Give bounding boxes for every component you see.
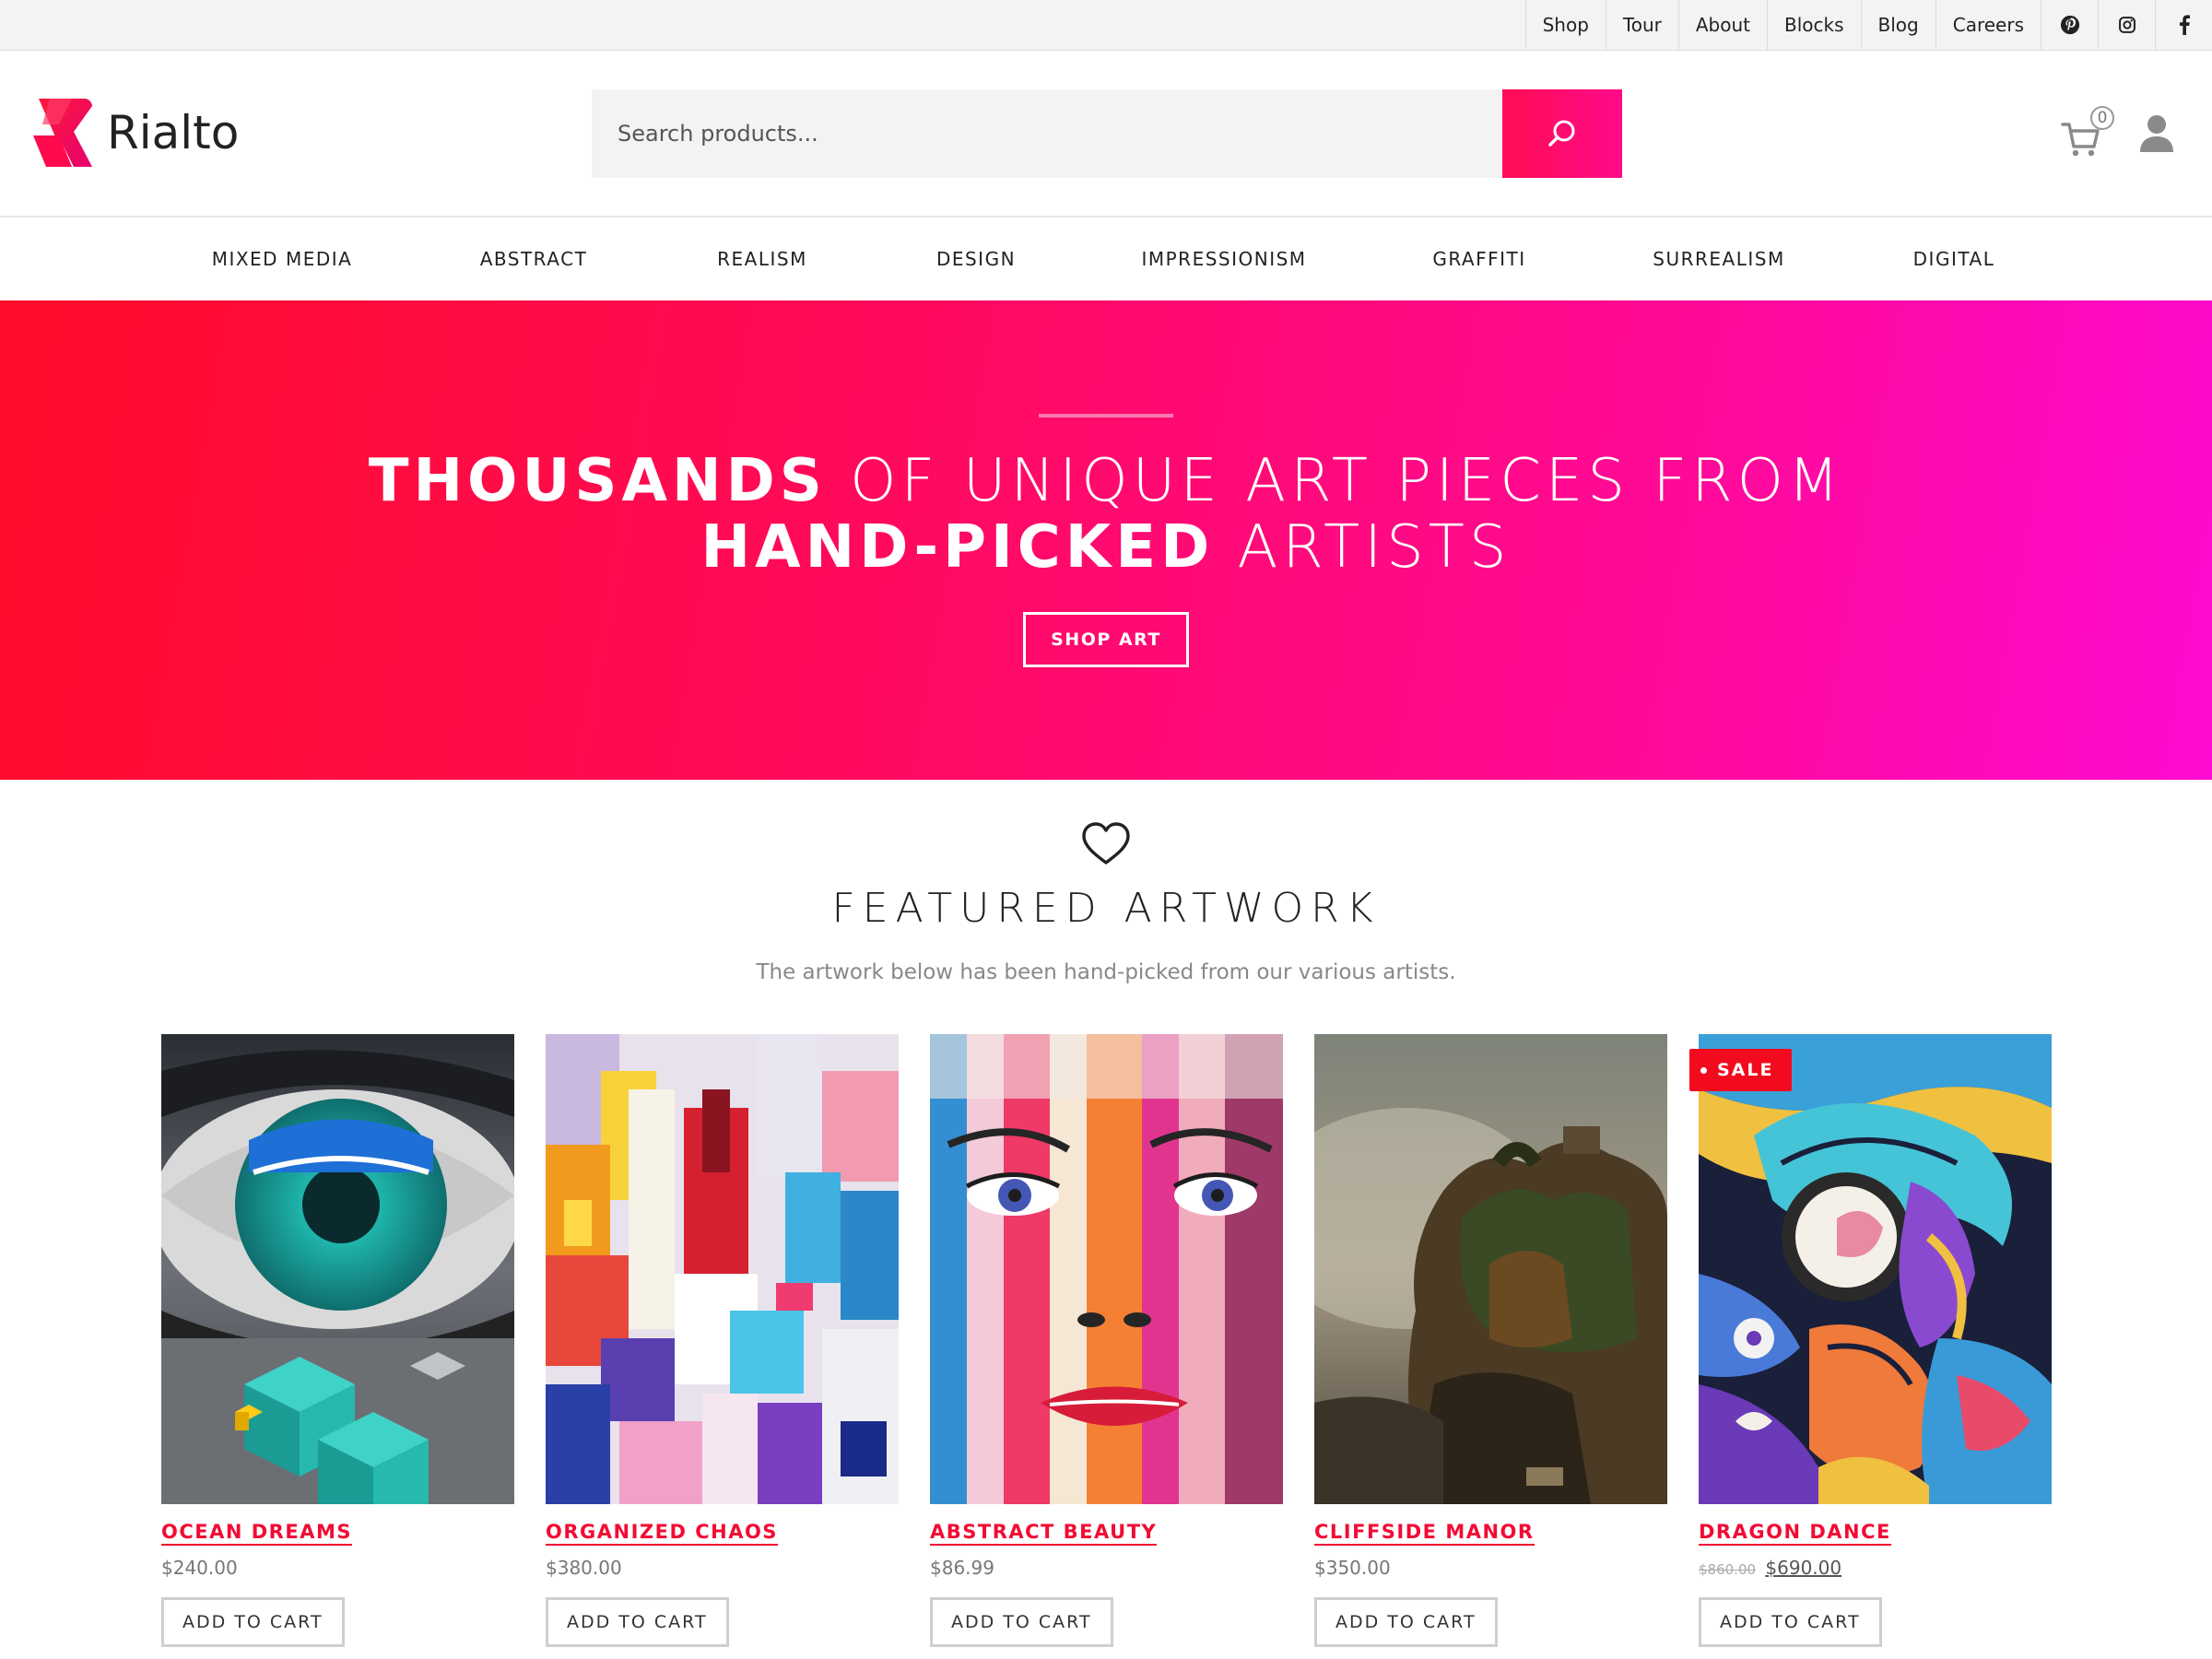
product-price: $860.00 $690.00 — [1699, 1557, 2052, 1579]
instagram-icon[interactable] — [2098, 0, 2155, 50]
category-realism[interactable]: REALISM — [717, 218, 807, 300]
product-image[interactable] — [546, 1034, 899, 1504]
product-price: $380.00 — [546, 1557, 622, 1579]
product-card: ABSTRACT BEAUTY $86.99 ADD TO CART — [930, 1034, 1283, 1647]
rialto-logo-icon — [33, 99, 92, 167]
product-sale-price: $690.00 — [1765, 1557, 1842, 1579]
product-price: $350.00 — [1314, 1557, 1391, 1579]
featured-subtitle: The artwork below has been hand-picked f… — [756, 960, 1456, 984]
facebook-icon[interactable] — [2155, 0, 2212, 50]
search-button[interactable] — [1502, 89, 1622, 178]
top-link-about[interactable]: About — [1677, 0, 1767, 50]
category-abstract[interactable]: ABSTRACT — [480, 218, 588, 300]
top-link-careers[interactable]: Careers — [1935, 0, 2041, 50]
top-link-blog[interactable]: Blog — [1860, 0, 1936, 50]
product-name[interactable]: ABSTRACT BEAUTY — [930, 1521, 1158, 1546]
category-digital[interactable]: DIGITAL — [1913, 218, 1995, 300]
category-nav: MIXED MEDIA ABSTRACT REALISM DESIGN IMPR… — [0, 218, 2212, 300]
hero-line1-bold: THOUSANDS — [368, 447, 827, 515]
category-mixed-media[interactable]: MIXED MEDIA — [212, 218, 353, 300]
heart-icon — [1082, 822, 1130, 865]
hero-line1-rest: OF UNIQUE ART PIECES FROM — [826, 447, 1844, 515]
top-link-tour[interactable]: Tour — [1605, 0, 1678, 50]
user-icon — [2140, 115, 2173, 152]
product-price: $240.00 — [161, 1557, 238, 1579]
product-old-price: $860.00 — [1699, 1561, 1757, 1578]
search-bar — [592, 89, 1622, 178]
top-links: Shop Tour About Blocks Blog Careers — [1524, 0, 2212, 50]
add-to-cart-button[interactable]: ADD TO CART — [1314, 1597, 1498, 1647]
add-to-cart-button[interactable]: ADD TO CART — [930, 1597, 1113, 1647]
cart-count-badge: 0 — [2090, 106, 2114, 130]
site-header: Rialto 0 — [0, 51, 2212, 218]
category-impressionism[interactable]: IMPRESSIONISM — [1141, 218, 1306, 300]
product-image[interactable] — [930, 1034, 1283, 1504]
top-link-shop[interactable]: Shop — [1524, 0, 1606, 50]
sale-badge: SALE — [1689, 1049, 1793, 1091]
add-to-cart-button[interactable]: ADD TO CART — [1699, 1597, 1882, 1647]
category-surrealism[interactable]: SURREALISM — [1653, 218, 1784, 300]
hero-banner: THOUSANDS OF UNIQUE ART PIECES FROM HAND… — [0, 300, 2212, 780]
hero-divider — [1039, 414, 1173, 418]
hero-heading: THOUSANDS OF UNIQUE ART PIECES FROM HAND… — [0, 448, 2212, 581]
add-to-cart-button[interactable]: ADD TO CART — [546, 1597, 729, 1647]
product-name[interactable]: DRAGON DANCE — [1699, 1521, 1891, 1546]
product-name[interactable]: ORGANIZED CHAOS — [546, 1521, 778, 1546]
account-button[interactable] — [2138, 113, 2179, 158]
product-price: $86.99 — [930, 1557, 994, 1579]
product-card: SALE DRAGON DANCE $860.00 $690.00 ADD TO… — [1689, 1034, 2052, 1647]
product-name[interactable]: CLIFFSIDE MANOR — [1314, 1521, 1535, 1546]
category-design[interactable]: DESIGN — [936, 218, 1016, 300]
product-card: OCEAN DREAMS $240.00 ADD TO CART — [161, 1034, 514, 1647]
cart-button[interactable]: 0 — [2061, 106, 2116, 163]
product-image[interactable] — [1314, 1034, 1667, 1504]
hero-line2-rest: ARTISTS — [1214, 513, 1512, 582]
product-card: ORGANIZED CHAOS $380.00 ADD TO CART — [546, 1034, 899, 1647]
product-image[interactable]: SALE — [1689, 1034, 2052, 1504]
product-name[interactable]: OCEAN DREAMS — [161, 1521, 352, 1546]
hero-line2-bold: HAND-PICKED — [700, 513, 1215, 582]
logo[interactable]: Rialto — [31, 97, 239, 169]
product-image[interactable] — [161, 1034, 514, 1504]
product-card: CLIFFSIDE MANOR $350.00 ADD TO CART — [1314, 1034, 1667, 1647]
shop-art-button[interactable]: SHOP ART — [1023, 612, 1189, 667]
search-input[interactable] — [592, 89, 1502, 178]
featured-title: FEATURED ARTWORK — [831, 885, 1381, 932]
search-icon — [1548, 120, 1575, 147]
top-utility-bar: Shop Tour About Blocks Blog Careers — [0, 0, 2212, 51]
top-link-blocks[interactable]: Blocks — [1767, 0, 1861, 50]
logo-text: Rialto — [107, 106, 240, 159]
pinterest-icon[interactable] — [2041, 0, 2098, 50]
add-to-cart-button[interactable]: ADD TO CART — [161, 1597, 345, 1647]
category-graffiti[interactable]: GRAFFITI — [1432, 218, 1525, 300]
